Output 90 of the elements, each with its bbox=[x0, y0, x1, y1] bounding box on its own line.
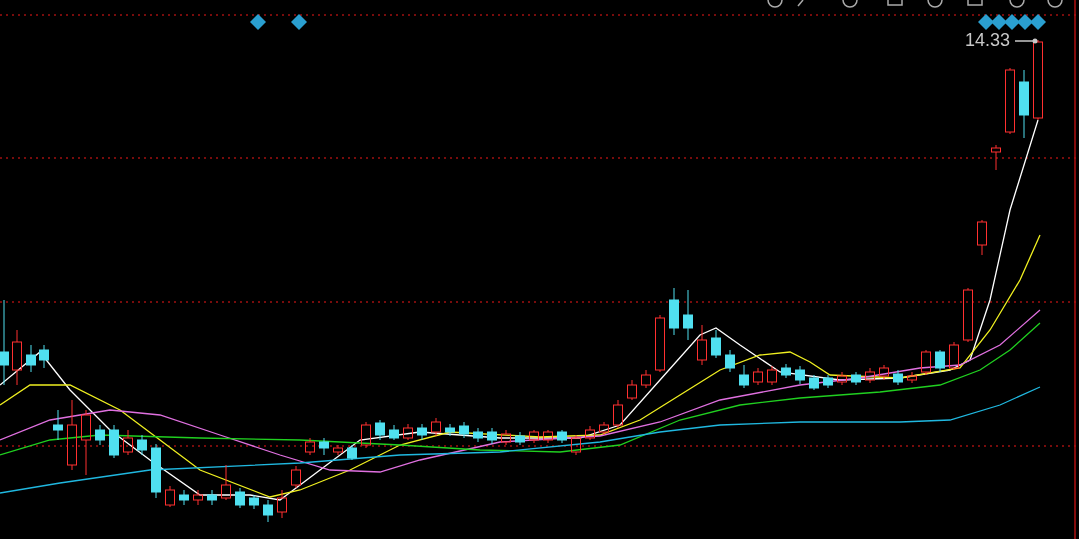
candlestick bbox=[725, 349, 735, 373]
candlestick bbox=[585, 425, 595, 441]
event-marker-icon[interactable] bbox=[250, 14, 266, 30]
candlestick bbox=[375, 419, 385, 441]
candlestick bbox=[67, 399, 77, 471]
candlestick bbox=[95, 424, 105, 446]
candlestick bbox=[39, 344, 49, 369]
candlestick bbox=[949, 341, 959, 371]
event-marker-icon[interactable] bbox=[1017, 14, 1033, 30]
candlestick bbox=[249, 494, 259, 510]
candlestick bbox=[1019, 69, 1029, 139]
candlestick bbox=[529, 429, 539, 444]
toolbar-icon[interactable] bbox=[797, 0, 804, 7]
leader-line bbox=[1014, 38, 1038, 44]
toolbar-icon[interactable] bbox=[1047, 0, 1063, 8]
candlestick bbox=[557, 429, 567, 444]
event-marker-icon[interactable] bbox=[1030, 14, 1046, 30]
candlestick bbox=[627, 379, 637, 401]
candlestick bbox=[865, 367, 875, 384]
event-marker-icon[interactable] bbox=[991, 14, 1007, 30]
candlestick bbox=[641, 369, 651, 389]
candlestick bbox=[417, 423, 427, 441]
toolbar-icon[interactable] bbox=[1009, 0, 1025, 8]
event-marker-icon[interactable] bbox=[1004, 14, 1020, 30]
candlestick bbox=[26, 344, 36, 373]
candlestick bbox=[487, 427, 497, 445]
toolbar-icon[interactable] bbox=[927, 0, 943, 8]
candlestick bbox=[389, 424, 399, 441]
toolbar-icon[interactable] bbox=[887, 0, 903, 6]
candlestick bbox=[907, 371, 917, 384]
candlestick bbox=[1005, 67, 1015, 135]
candlestick bbox=[305, 437, 315, 456]
candlestick bbox=[151, 443, 161, 499]
candlestick bbox=[207, 489, 217, 506]
candlestick bbox=[81, 409, 91, 476]
candlestick bbox=[235, 487, 245, 509]
candlestick bbox=[879, 364, 889, 381]
candlestick bbox=[823, 374, 833, 389]
candlestick bbox=[291, 465, 301, 489]
candlestick bbox=[753, 367, 763, 386]
candlestick bbox=[893, 369, 903, 386]
candlestick bbox=[977, 219, 987, 256]
candlestick bbox=[263, 499, 273, 523]
candlestick bbox=[991, 144, 1001, 171]
candlestick bbox=[767, 365, 777, 386]
toolbar-icon[interactable] bbox=[767, 0, 783, 8]
candlestick bbox=[361, 421, 371, 449]
candlestick bbox=[473, 427, 483, 443]
candlestick bbox=[697, 324, 707, 366]
candlestick bbox=[921, 349, 931, 376]
candlestick bbox=[613, 399, 623, 429]
event-marker-icon[interactable] bbox=[291, 14, 307, 30]
candlestick bbox=[123, 429, 133, 456]
candlestick bbox=[599, 421, 609, 436]
candlestick bbox=[319, 437, 329, 456]
candlestick bbox=[851, 371, 861, 386]
candlestick bbox=[12, 329, 22, 386]
candlestick bbox=[683, 289, 693, 341]
candlestick bbox=[221, 464, 231, 501]
candlestick bbox=[935, 349, 945, 373]
candlestick bbox=[781, 363, 791, 379]
candlestick bbox=[179, 489, 189, 506]
candlestick bbox=[277, 489, 287, 519]
candlestick bbox=[347, 444, 357, 461]
event-marker-icon[interactable] bbox=[978, 14, 994, 30]
candlestick bbox=[515, 431, 525, 446]
candlestick bbox=[795, 365, 805, 385]
candlestick bbox=[837, 371, 847, 386]
candlestick bbox=[53, 409, 63, 441]
candlestick bbox=[109, 424, 119, 459]
candlestick bbox=[543, 429, 553, 444]
candlestick bbox=[501, 429, 511, 446]
candlestick bbox=[431, 417, 441, 437]
candlestick bbox=[711, 329, 721, 359]
candlestick bbox=[403, 423, 413, 441]
toolbar-icon[interactable] bbox=[967, 0, 983, 6]
candlestick bbox=[137, 434, 147, 456]
price-label: 14.33 bbox=[964, 30, 1010, 50]
candlestick bbox=[809, 374, 819, 391]
candlestick bbox=[165, 485, 175, 508]
candlestick bbox=[571, 434, 581, 456]
candlestick bbox=[459, 421, 469, 439]
candlestick bbox=[445, 423, 455, 437]
candlestick bbox=[739, 364, 749, 389]
candlestick bbox=[333, 444, 343, 456]
candlestick bbox=[963, 287, 973, 343]
candlestick bbox=[193, 489, 203, 506]
toolbar-icon[interactable] bbox=[842, 0, 858, 8]
candlestick bbox=[655, 314, 665, 373]
candlestick bbox=[669, 287, 679, 336]
